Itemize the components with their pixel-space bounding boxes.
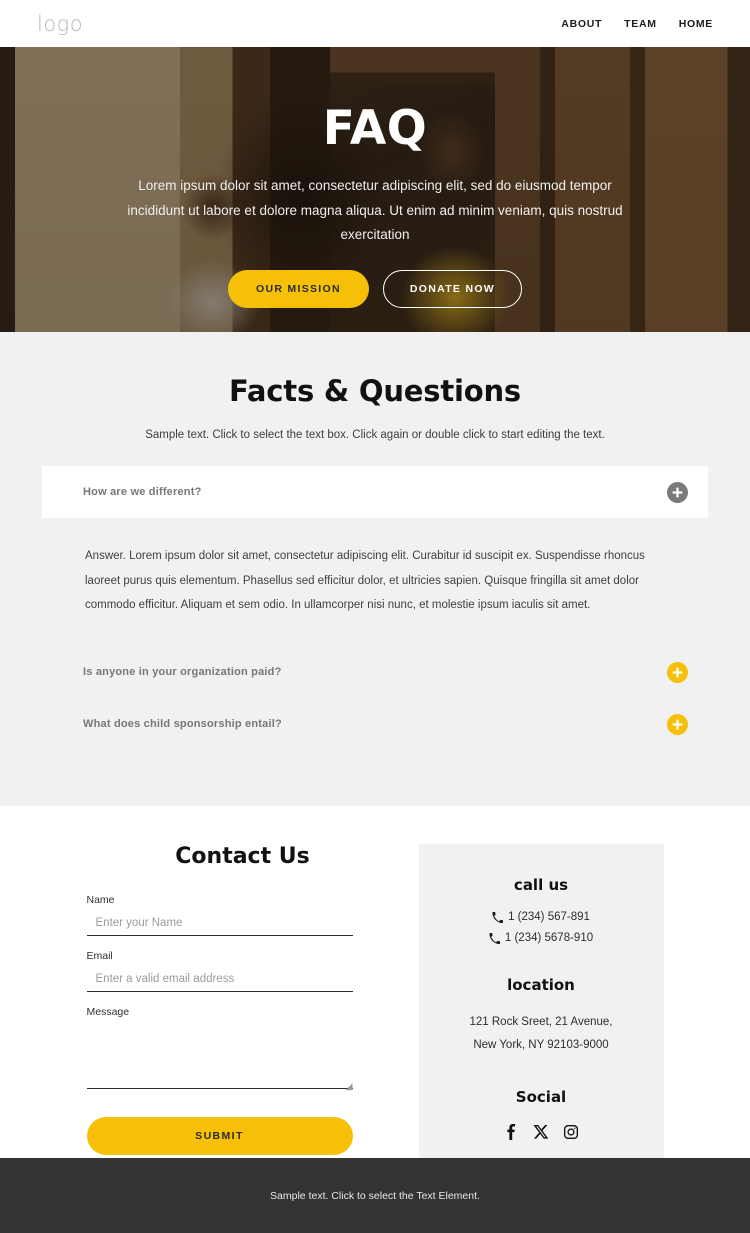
faq-section: Facts & Questions Sample text. Click to … bbox=[0, 332, 750, 807]
call-us-heading: call us bbox=[513, 876, 569, 895]
page-root: logo ABOUT TEAM HOME FAQ Lorem ipsum dol… bbox=[0, 0, 750, 1233]
faq-question-label: Is anyone in your organization paid? bbox=[83, 666, 282, 679]
site-header: logo ABOUT TEAM HOME bbox=[0, 0, 750, 47]
faq-question-label: What does child sponsorship entail? bbox=[83, 718, 282, 731]
message-field-group: Message ◢ bbox=[86, 1006, 399, 1091]
email-label: Email bbox=[86, 950, 113, 963]
hero-button-group: OUR MISSION DONATE NOW bbox=[227, 269, 523, 308]
phone-icon bbox=[492, 911, 504, 923]
faq-item-child-sponsorship[interactable]: What does child sponsorship entail? bbox=[42, 698, 708, 750]
phone-icon bbox=[489, 932, 500, 944]
faq-question-label: How are we different? bbox=[83, 486, 202, 498]
address-line: 121 Rock Sreet, 21 Avenue, bbox=[469, 1016, 613, 1029]
phone-row[interactable]: 1 (234) 567-891 bbox=[419, 911, 664, 923]
location-block: location 121 Rock Sreet, 21 Avenue, New … bbox=[419, 976, 664, 1056]
plus-icon[interactable] bbox=[667, 713, 688, 735]
faq-item-is-anyone-paid[interactable]: Is anyone in your organization paid? bbox=[42, 646, 708, 698]
phone-row[interactable]: 1 (234) 5678-910 bbox=[419, 932, 664, 944]
site-logo[interactable]: logo bbox=[37, 12, 83, 36]
phone-number: 1 (234) 5678-910 bbox=[504, 932, 594, 945]
nav-item-about[interactable]: ABOUT bbox=[561, 18, 602, 30]
hero-section: FAQ Lorem ipsum dolor sit amet, consecte… bbox=[0, 47, 750, 332]
submit-button[interactable]: SUBMIT bbox=[86, 1117, 353, 1156]
contact-heading: Contact Us bbox=[175, 844, 310, 870]
message-input[interactable] bbox=[86, 1025, 353, 1090]
footer-text: Sample text. Click to select the Text El… bbox=[270, 1189, 480, 1202]
name-input[interactable] bbox=[86, 914, 353, 937]
instagram-icon[interactable] bbox=[563, 1123, 579, 1141]
call-us-block: call us 1 (234) 567-891 1 (234) 5678-910 bbox=[419, 876, 664, 944]
faq-subtitle: Sample text. Click to select the text bo… bbox=[145, 429, 605, 441]
faq-title: Facts & Questions bbox=[229, 374, 521, 408]
hero-subtitle: Lorem ipsum dolor sit amet, consectetur … bbox=[127, 178, 623, 243]
nav-item-team[interactable]: TEAM bbox=[624, 18, 657, 30]
message-label: Message bbox=[86, 1006, 130, 1019]
faq-item-how-are-we-different[interactable]: How are we different? bbox=[42, 466, 708, 518]
name-label: Name bbox=[86, 894, 115, 907]
site-footer: Sample text. Click to select the Text El… bbox=[0, 1158, 750, 1233]
email-field-group: Email bbox=[86, 950, 399, 993]
email-input[interactable] bbox=[86, 970, 353, 993]
plus-icon[interactable] bbox=[667, 661, 688, 683]
contact-form: Contact Us Name Email Message ◢ SUBMIT bbox=[86, 844, 419, 1184]
social-links bbox=[419, 1123, 664, 1141]
faq-accordion-list: How are we different? Answer. Lorem ipsu… bbox=[0, 466, 750, 750]
donate-now-button[interactable]: DONATE NOW bbox=[382, 269, 523, 308]
address-line: New York, NY 92103-9000 bbox=[473, 1038, 609, 1051]
phone-number: 1 (234) 567-891 bbox=[508, 911, 590, 924]
plus-icon[interactable] bbox=[667, 481, 688, 503]
main-navigation: ABOUT TEAM HOME bbox=[561, 18, 713, 30]
name-field-group: Name bbox=[86, 894, 399, 937]
nav-item-home[interactable]: HOME bbox=[679, 18, 713, 30]
contact-info-panel: call us 1 (234) 567-891 1 (234) 5678-910… bbox=[418, 844, 664, 1185]
location-heading: location bbox=[507, 976, 575, 995]
facebook-icon[interactable] bbox=[503, 1123, 519, 1141]
our-mission-button[interactable]: OUR MISSION bbox=[227, 269, 369, 308]
social-heading: Social bbox=[515, 1088, 567, 1106]
faq-answer-text: Answer. Lorem ipsum dolor sit amet, cons… bbox=[85, 550, 645, 612]
hero-title: FAQ bbox=[322, 101, 428, 156]
x-twitter-icon[interactable] bbox=[533, 1123, 549, 1141]
social-block: Social bbox=[419, 1088, 664, 1141]
hero-content: FAQ Lorem ipsum dolor sit amet, consecte… bbox=[0, 47, 750, 332]
